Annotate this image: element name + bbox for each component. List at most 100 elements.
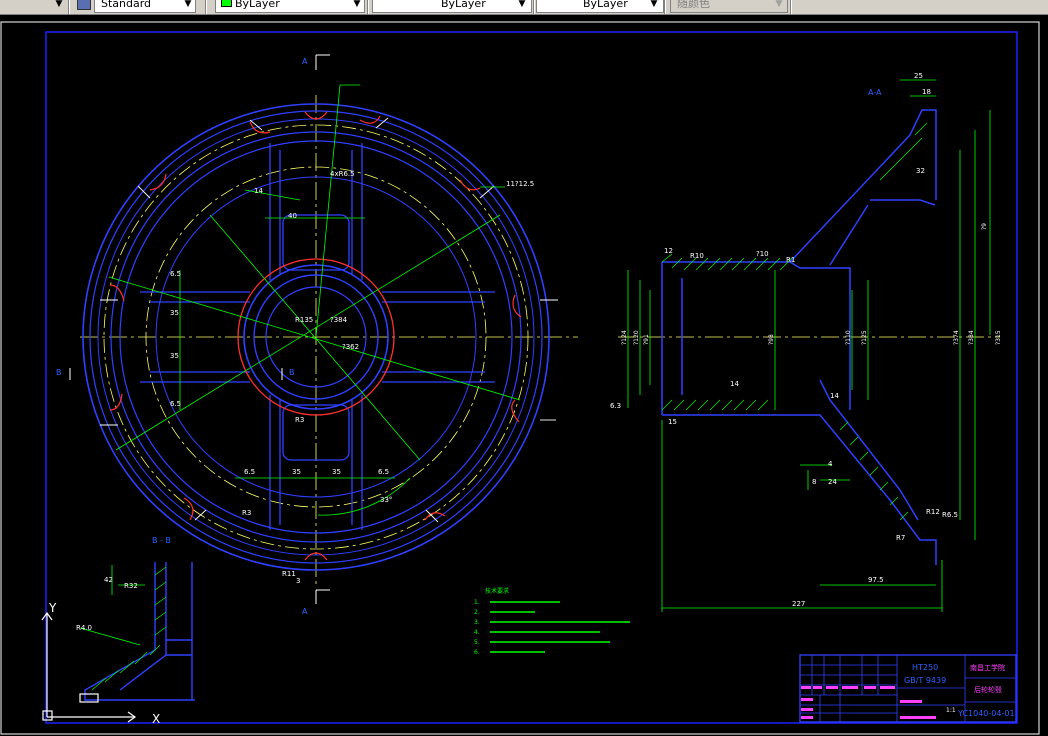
title-drawing-no: YC1040-04-01	[957, 709, 1015, 718]
section-label-bottom: A	[302, 607, 308, 616]
front-dim: 11?12.5	[506, 180, 534, 188]
toolbar-separator	[533, 0, 535, 14]
color-select[interactable]: ByLayer	[215, 0, 365, 13]
front-dim: 33°	[380, 496, 392, 504]
section-dim: ?315	[995, 330, 1002, 345]
text-style-value: Standard	[101, 0, 152, 10]
linetype-select[interactable]: ByLayer	[372, 0, 532, 13]
note-number: 6.	[474, 649, 480, 656]
bb-dim: R4.0	[76, 624, 92, 632]
lineweight-value: ByLayer	[583, 0, 628, 10]
front-dim: R135	[295, 316, 313, 324]
section-dim: 6.3	[610, 402, 621, 410]
section-label-right: B	[289, 368, 295, 377]
front-dim: ?362	[342, 343, 359, 351]
title-school: 南昌工学院	[970, 663, 1005, 672]
front-dim: 35	[170, 309, 179, 317]
plotstyle-select: 随颜色	[670, 0, 788, 13]
section-dim: ?91	[643, 334, 650, 345]
front-dim: R11	[282, 570, 296, 578]
section-view-bb-label: B - B	[152, 536, 171, 545]
linetype-value: ByLayer	[441, 0, 486, 10]
bb-dim: R32	[124, 582, 138, 590]
front-dim: 35	[292, 468, 301, 476]
chevron-down-icon[interactable]: ▼	[647, 0, 661, 13]
note-number: 1.	[474, 599, 480, 606]
front-dim: 4xR6.5	[330, 170, 355, 178]
section-dim: 14	[730, 380, 739, 388]
section-dim: R1	[786, 256, 795, 264]
front-dim: 35	[170, 352, 179, 360]
section-dim: 18	[922, 88, 931, 96]
drawing-canvas[interactable]: 4xR6.5 14 40 11?12.5 6.5 35 35 6.5 R135 …	[0, 14, 1048, 736]
front-dim: 40	[288, 212, 297, 220]
text-style-icon[interactable]	[77, 0, 91, 10]
section-dim: 15	[668, 418, 677, 426]
section-dim: 4	[828, 460, 833, 468]
section-dim: 14	[830, 392, 839, 400]
chevron-down-icon[interactable]: ▼	[350, 0, 364, 13]
section-dim: 25	[914, 72, 923, 80]
section-dim: 12	[664, 247, 673, 255]
section-dim: ?98	[768, 334, 775, 345]
section-dim: 227	[792, 600, 805, 608]
chevron-down-icon: ▼	[775, 0, 783, 9]
toolbar-separator	[68, 0, 70, 14]
section-dim: ?125	[861, 330, 868, 345]
section-dim: R6.5	[942, 511, 958, 519]
toolbar-separator	[664, 0, 666, 14]
section-dim: ?10	[756, 250, 769, 258]
front-dim: 6.5	[244, 468, 255, 476]
chevron-down-icon[interactable]: ▼	[181, 0, 195, 13]
section-label-top: A	[302, 57, 308, 66]
title-part-name: 后轮轮毂	[974, 685, 1002, 694]
section-dim: R12	[926, 508, 940, 516]
color-swatch	[221, 0, 232, 7]
section-dim: 24	[828, 478, 837, 486]
front-dim: R3	[295, 416, 304, 424]
color-value: ByLayer	[235, 0, 280, 10]
toolbar-separator	[790, 0, 792, 14]
toolbar-separator	[367, 0, 369, 14]
section-dim: ?120	[633, 330, 640, 345]
title-standard: GB/T 9439	[904, 676, 946, 685]
front-dim: 6.5	[170, 270, 181, 278]
technical-notes: 技术要求 1. 2. 3. 4. 5. 6.	[474, 587, 630, 656]
plotstyle-value: 随颜色	[677, 0, 710, 10]
section-dim: ?384	[968, 330, 975, 345]
section-dim: ?374	[953, 330, 960, 345]
chevron-down-icon[interactable]: ▼	[52, 0, 66, 13]
section-view-bb: B - B 42 R32 R4.0	[76, 536, 195, 701]
front-view: 4xR6.5 14 40 11?12.5 6.5 35 35 6.5 R135 …	[56, 54, 578, 616]
section-dim: ?124	[621, 330, 628, 345]
notes-title: 技术要求	[485, 587, 509, 595]
section-dim: 97.5	[868, 576, 884, 584]
note-number: 3.	[474, 619, 480, 626]
properties-toolbar: ▼ Standard ▼ ByLayer ▼ ByLayer ▼ ByLayer…	[0, 0, 1048, 15]
note-number: 5.	[474, 639, 480, 646]
chevron-down-icon[interactable]: ▼	[515, 0, 529, 13]
section-dim: 32	[916, 167, 925, 175]
front-dim: 6.5	[170, 400, 181, 408]
note-number: 4.	[474, 629, 480, 636]
ucs-x-label: X	[152, 712, 160, 726]
section-dim: ?110	[845, 330, 852, 345]
section-dim: R10	[690, 252, 704, 260]
section-dim: ?9	[981, 223, 988, 230]
lineweight-select[interactable]: ByLayer	[536, 0, 664, 13]
title-block: HT250 GB/T 9439 南昌工学院 后轮轮毂 YC1040-04-01 …	[799, 654, 1017, 723]
section-view-aa: 25 18 12 R10 ?10 R1 32 14 14 6.3 15 4 8 …	[610, 72, 1002, 612]
front-dim: 3	[296, 577, 300, 585]
front-dim: R3	[242, 509, 251, 517]
bb-dim: 42	[104, 576, 113, 584]
note-number: 2.	[474, 609, 480, 616]
front-dim: 35	[332, 468, 341, 476]
title-material: HT250	[912, 663, 938, 672]
title-scale: 1:1	[946, 707, 956, 714]
front-dim: ?384	[330, 316, 348, 324]
section-dim: R7	[896, 534, 905, 542]
section-label-left: B	[56, 368, 62, 377]
front-dim: 6.5	[378, 468, 389, 476]
section-view-aa-label: A-A	[868, 88, 882, 97]
ucs-y-label: Y	[48, 601, 57, 615]
